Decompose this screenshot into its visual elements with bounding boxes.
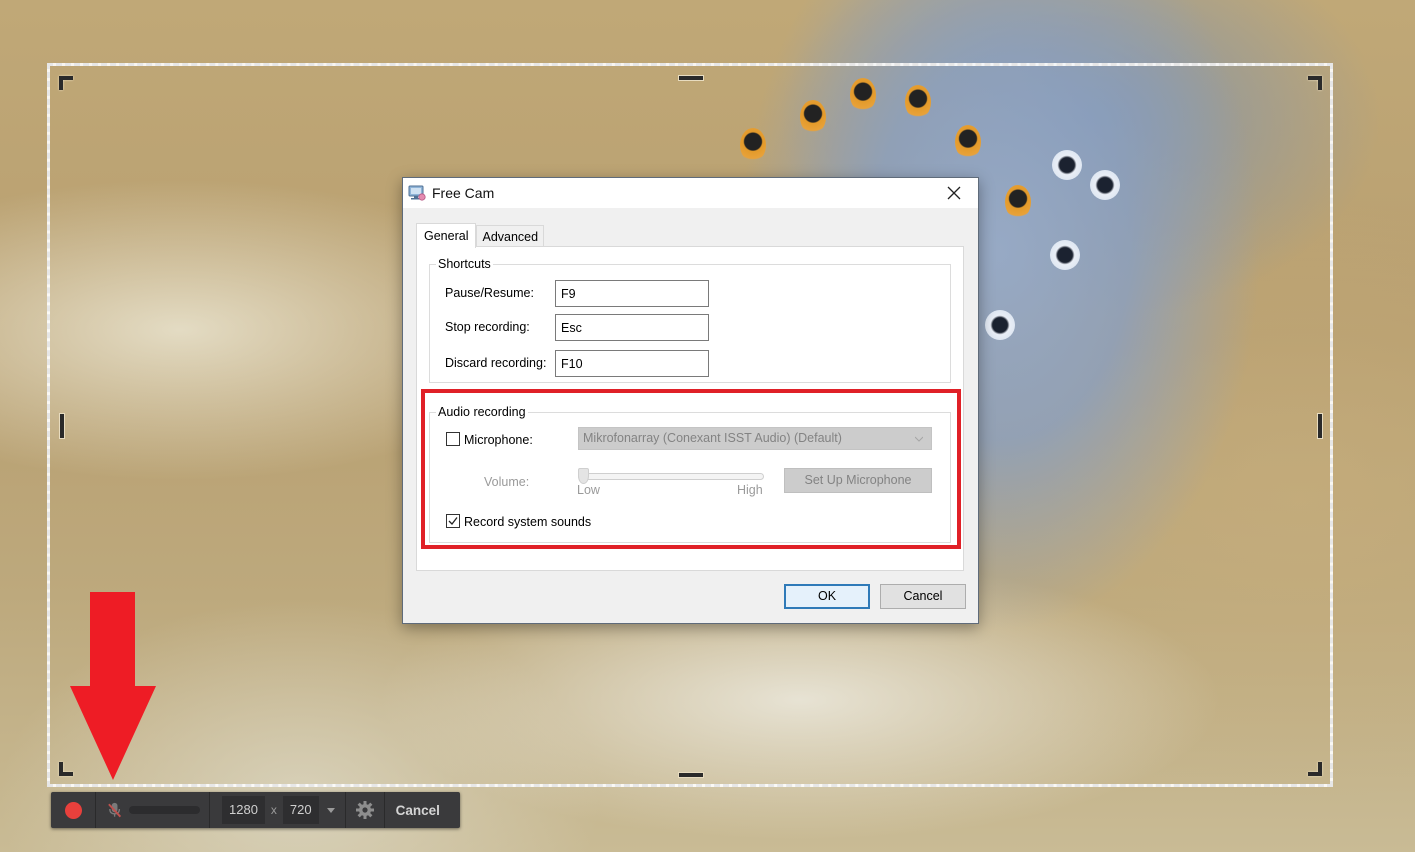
cancel-button[interactable]: Cancel — [880, 584, 966, 609]
capture-height-field[interactable]: 720 — [282, 796, 319, 824]
recording-toolbar: 1280 x 720 Cancel — [51, 792, 460, 828]
capture-width-field[interactable]: 1280 — [222, 796, 265, 824]
shortcuts-group-label: Shortcuts — [438, 257, 491, 271]
close-icon — [947, 186, 961, 200]
dimensions-section: 1280 x 720 — [210, 792, 346, 828]
dialog-titlebar[interactable]: Free Cam — [403, 178, 978, 208]
record-section — [51, 792, 96, 828]
microphone-section — [96, 792, 210, 828]
tab-general[interactable]: General — [416, 223, 477, 248]
discard-recording-shortcut-field[interactable] — [555, 350, 709, 377]
stop-recording-label: Stop recording: — [445, 320, 530, 334]
resize-handle-bottom-right[interactable] — [1308, 762, 1322, 776]
annotation-arrow-icon — [70, 592, 156, 780]
resize-handle-top-left[interactable] — [59, 76, 73, 90]
resize-handle-bottom[interactable] — [679, 773, 703, 777]
dimension-separator: x — [270, 803, 277, 817]
resize-handle-left[interactable] — [60, 414, 64, 438]
ok-button[interactable]: OK — [784, 584, 870, 609]
toolbar-cancel-button[interactable]: Cancel — [385, 803, 453, 818]
free-cam-app-icon — [408, 185, 426, 201]
tab-strip: General Advanced — [416, 223, 545, 248]
dialog-title: Free Cam — [432, 185, 495, 201]
annotation-highlight-box — [421, 389, 961, 549]
resize-handle-top-right[interactable] — [1308, 76, 1322, 90]
stop-recording-shortcut-field[interactable] — [555, 314, 709, 341]
record-button[interactable] — [65, 801, 82, 819]
discard-recording-label: Discard recording: — [445, 356, 547, 370]
tab-advanced[interactable]: Advanced — [476, 225, 545, 248]
resize-handle-right[interactable] — [1318, 414, 1322, 438]
pause-resume-label: Pause/Resume: — [445, 286, 534, 300]
resize-handle-top[interactable] — [679, 76, 703, 80]
microphone-muted-icon[interactable] — [106, 801, 123, 819]
microphone-level-meter — [129, 806, 200, 814]
cancel-section: Cancel — [385, 792, 453, 828]
pause-resume-shortcut-field[interactable] — [555, 280, 709, 307]
resolution-presets-dropdown-icon[interactable] — [326, 807, 335, 813]
settings-section — [346, 792, 385, 828]
close-button[interactable] — [936, 178, 972, 208]
gear-icon[interactable] — [355, 800, 375, 820]
